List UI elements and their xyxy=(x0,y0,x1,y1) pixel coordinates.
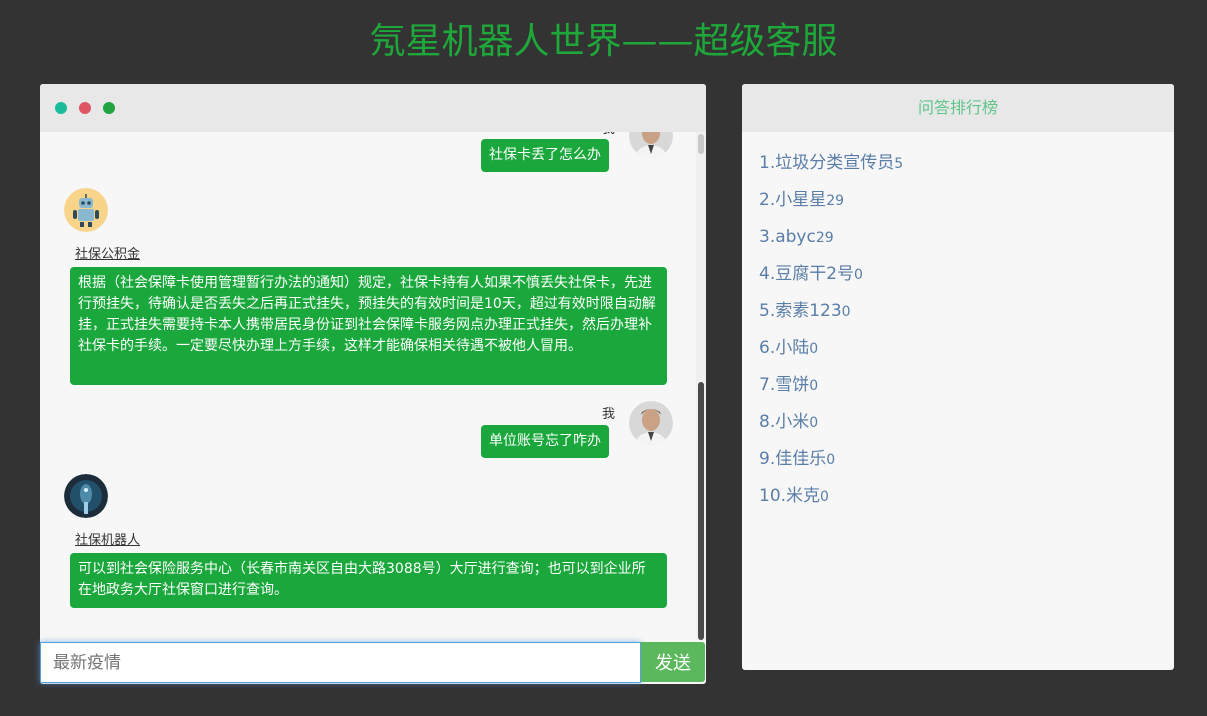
ranking-item-name: 7.雪饼 xyxy=(759,375,810,395)
chat-window: 我 社保卡丢了怎么办 社保公积金 根据（社会保障卡使用管理暂行办法的通知）规定，… xyxy=(40,84,706,684)
message-list: 我 社保卡丢了怎么办 社保公积金 根据（社会保障卡使用管理暂行办法的通知）规定，… xyxy=(40,132,696,640)
window-dot-green[interactable] xyxy=(55,102,67,114)
ranking-item-name: 8.小米 xyxy=(759,412,810,432)
ranking-item[interactable]: 7.雪饼0 xyxy=(759,372,903,409)
ranking-item-count: 29 xyxy=(826,193,845,209)
page-title: 氖星机器人世界——超级客服 xyxy=(369,21,838,62)
ranking-item-count: 0 xyxy=(854,267,863,283)
ranking-item[interactable]: 1.垃圾分类宣传员5 xyxy=(759,150,903,187)
chat-input-row: 发送 xyxy=(40,642,706,684)
window-dot-green-2[interactable] xyxy=(103,102,115,114)
ranking-item-name: 5.索素123 xyxy=(759,301,842,321)
robot-avatar xyxy=(64,188,108,232)
message-bubble: 单位账号忘了咋办 xyxy=(481,425,609,458)
ranking-item-name: 2.小星星 xyxy=(759,190,827,210)
scrollbar-track-top xyxy=(698,134,704,154)
ranking-item[interactable]: 6.小陆0 xyxy=(759,335,903,372)
window-dot-red[interactable] xyxy=(79,102,91,114)
ranking-item[interactable]: 3.abyc29 xyxy=(759,224,903,261)
ranking-item-name: 9.佳佳乐 xyxy=(759,449,827,469)
scrollbar-thumb[interactable] xyxy=(698,382,704,640)
ranking-item-name: 3.abyc xyxy=(759,227,816,247)
ranking-item-count: 29 xyxy=(815,230,834,246)
chat-input[interactable] xyxy=(40,642,641,683)
ranking-item-name: 1.垃圾分类宣传员 xyxy=(759,153,895,173)
ranking-title: 问答排行榜 xyxy=(742,84,1174,132)
ranking-item-count: 5 xyxy=(894,156,904,172)
message-sender: 社保公积金 xyxy=(75,247,141,262)
robot-avatar xyxy=(64,474,108,518)
message-bubble: 社保卡丢了怎么办 xyxy=(481,139,609,172)
ranking-item[interactable]: 10.米克0 xyxy=(759,483,903,520)
ranking-item[interactable]: 9.佳佳乐0 xyxy=(759,446,903,483)
ranking-item[interactable]: 8.小米0 xyxy=(759,409,903,446)
send-button[interactable]: 发送 xyxy=(641,642,705,682)
message-bubble: 根据（社会保障卡使用管理暂行办法的通知）规定，社保卡持有人如果不慎丢失社保卡，先… xyxy=(70,267,667,385)
ranking-item-count: 0 xyxy=(826,452,836,468)
ranking-item[interactable]: 2.小星星29 xyxy=(759,187,903,224)
message-sender: 社保机器人 xyxy=(75,533,141,548)
ranking-item-name: 6.小陆 xyxy=(759,338,810,358)
ranking-item[interactable]: 5.索素1230 xyxy=(759,298,903,335)
ranking-item-count: 0 xyxy=(809,378,819,394)
ranking-item-count: 0 xyxy=(809,341,819,357)
message-bubble: 可以到社会保险服务中心（长春市南关区自由大路3088号）大厅进行查询；也可以到企… xyxy=(70,553,667,608)
ranking-item-count: 0 xyxy=(820,489,829,505)
ranking-item-count: 0 xyxy=(809,415,819,431)
ranking-item[interactable]: 4.豆腐干2号0 xyxy=(759,261,903,298)
chat-header xyxy=(40,84,706,132)
ranking-item-name: 10.米克 xyxy=(759,486,821,506)
message-sender: 我 xyxy=(602,132,615,138)
message-sender: 我 xyxy=(602,407,616,422)
ranking-panel: 问答排行榜 1.垃圾分类宣传员5 2.小星星29 3.abyc29 4.豆腐干2… xyxy=(742,84,1174,670)
user-avatar xyxy=(629,401,673,445)
user-avatar xyxy=(629,132,673,158)
chat-scrollbar[interactable] xyxy=(696,132,706,640)
ranking-item-count: 0 xyxy=(841,304,851,320)
ranking-list: 1.垃圾分类宣传员5 2.小星星29 3.abyc29 4.豆腐干2号0 5.索… xyxy=(759,150,903,520)
ranking-item-name: 4.豆腐干2号 xyxy=(759,264,855,284)
